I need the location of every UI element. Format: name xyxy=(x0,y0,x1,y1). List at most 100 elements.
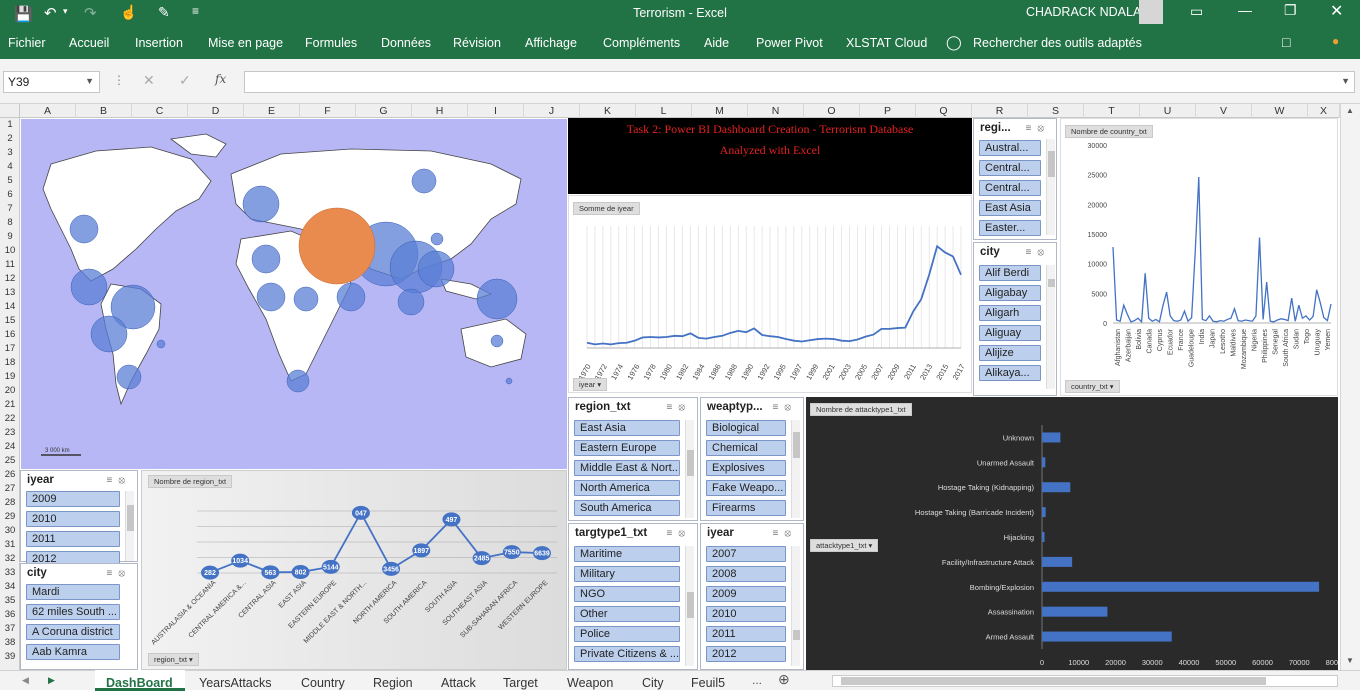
slicer-city-left[interactable]: city ≡⦻ Mardi 62 miles South ... A Coruna … xyxy=(20,563,138,670)
slicer-item[interactable]: Aab Kamra xyxy=(26,644,120,660)
slicer-targtype[interactable]: targtype1_txt ≡⦻ Maritime Military NGO Othe… xyxy=(568,523,698,670)
slicer-item[interactable]: A Coruna district xyxy=(26,624,120,640)
map-bubble[interactable] xyxy=(286,369,310,393)
scrollbar[interactable] xyxy=(791,546,800,666)
column-header-B[interactable]: B xyxy=(76,104,132,118)
column-header-U[interactable]: U xyxy=(1140,104,1196,118)
column-header-X[interactable]: X xyxy=(1308,104,1340,118)
slicer-item[interactable]: 2008 xyxy=(706,566,786,582)
slicer-item[interactable]: Biological xyxy=(706,420,786,436)
column-header-D[interactable]: D xyxy=(188,104,244,118)
bar[interactable] xyxy=(1042,581,1320,592)
row-header-22[interactable]: 22 xyxy=(0,412,20,425)
slicer-item[interactable]: 2010 xyxy=(26,511,120,527)
slicer-item[interactable]: NGO xyxy=(574,586,680,602)
row-header-36[interactable]: 36 xyxy=(0,608,20,621)
cancel-icon[interactable]: ✕ xyxy=(143,72,155,89)
attack-chart-axis-button[interactable]: attacktype1_txt ▾ xyxy=(810,539,879,552)
tab-scroll-left-icon[interactable]: ◀ xyxy=(22,675,29,686)
slicer-item[interactable]: Middle East & Nort... xyxy=(574,460,680,476)
select-all-corner[interactable] xyxy=(0,104,20,118)
slicer-region-txt[interactable]: region_txt ≡⦻ East Asia Eastern Europe Mid… xyxy=(568,397,698,521)
customize-icon[interactable]: ✎ xyxy=(158,4,170,21)
column-header-Q[interactable]: Q xyxy=(916,104,972,118)
row-header-2[interactable]: 2 xyxy=(0,132,20,145)
year-chart-axis-button[interactable]: iyear ▾ xyxy=(573,378,608,391)
slicer-item[interactable]: 2007 xyxy=(706,546,786,562)
sheet-tab-weapon[interactable]: Weapon xyxy=(567,676,613,690)
sheet-tab-attack[interactable]: Attack xyxy=(441,676,476,690)
horizontal-scroll-thumb[interactable] xyxy=(841,677,1266,685)
column-header-C[interactable]: C xyxy=(132,104,188,118)
slicer-item[interactable]: Other xyxy=(574,606,680,622)
map-bubble[interactable] xyxy=(156,339,166,349)
slicer-item[interactable]: Aligabay xyxy=(979,285,1041,301)
column-header-L[interactable]: L xyxy=(636,104,692,118)
bar[interactable] xyxy=(1042,631,1172,642)
column-header-G[interactable]: G xyxy=(356,104,412,118)
map-bubble[interactable] xyxy=(397,288,425,316)
slicer-item[interactable]: 2011 xyxy=(706,626,786,642)
row-header-4[interactable]: 4 xyxy=(0,160,20,173)
multiselect-clear-icon[interactable]: ≡⦻ xyxy=(667,402,691,413)
user-name[interactable]: CHADRACK NDALA xyxy=(1026,5,1141,19)
multiselect-clear-icon[interactable]: ≡⦻ xyxy=(1026,247,1050,258)
slicer-item[interactable]: Eastern Europe xyxy=(574,440,680,456)
slicer-item[interactable]: Military xyxy=(574,566,680,582)
tab-home[interactable]: Accueil xyxy=(69,36,109,50)
row-header-25[interactable]: 25 xyxy=(0,454,20,467)
add-sheet-icon[interactable]: ⊕ xyxy=(778,671,790,688)
map-bubble[interactable] xyxy=(116,364,142,390)
tab-view[interactable]: Affichage xyxy=(525,36,577,50)
undo-dropdown-icon[interactable]: ▾ xyxy=(63,6,68,17)
bar[interactable] xyxy=(1042,457,1046,468)
multiselect-clear-icon[interactable]: ≡⦻ xyxy=(773,402,797,413)
map-bubble[interactable] xyxy=(293,286,319,312)
column-header-K[interactable]: K xyxy=(580,104,636,118)
slicer-item[interactable]: 2009 xyxy=(26,491,120,507)
slicer-item[interactable]: South America xyxy=(574,500,680,516)
vertical-scrollbar[interactable]: ▲ ▼ xyxy=(1340,104,1360,670)
ribbon-display-icon[interactable]: ▭ xyxy=(1190,3,1203,20)
minimize-icon[interactable]: — xyxy=(1238,2,1252,18)
column-header-V[interactable]: V xyxy=(1196,104,1252,118)
region-line-chart[interactable]: Nombre de region_txt 282 AUSTRALASIA & OC… xyxy=(141,470,567,670)
scrollbar[interactable] xyxy=(1046,139,1055,235)
multiselect-clear-icon[interactable]: ≡⦻ xyxy=(773,528,797,539)
redo-icon[interactable]: ↷ xyxy=(84,4,97,22)
undo-icon[interactable]: ↶ xyxy=(44,4,57,22)
bar[interactable] xyxy=(1042,482,1071,493)
slicer-item[interactable]: Aligarh xyxy=(979,305,1041,321)
column-header-H[interactable]: H xyxy=(412,104,468,118)
slicer-item[interactable]: 2011 xyxy=(26,531,120,547)
touch-mode-icon[interactable]: ☝ xyxy=(120,4,137,21)
scrollbar[interactable] xyxy=(685,420,694,518)
map-bubble[interactable] xyxy=(70,268,108,306)
chevron-down-icon[interactable]: ▼ xyxy=(85,76,94,86)
map-bubble[interactable] xyxy=(251,244,281,274)
multiselect-clear-icon[interactable]: ≡⦻ xyxy=(1026,123,1050,134)
row-header-20[interactable]: 20 xyxy=(0,384,20,397)
tab-power-pivot[interactable]: Power Pivot xyxy=(756,36,823,50)
row-header-34[interactable]: 34 xyxy=(0,580,20,593)
slicer-item[interactable]: 2009 xyxy=(706,586,786,602)
tab-scroll-right-icon[interactable]: ▶ xyxy=(48,675,55,686)
slicer-region-top[interactable]: regi... ≡⦻ Austral... Central... Central..… xyxy=(973,118,1057,240)
row-header-10[interactable]: 10 xyxy=(0,244,20,257)
slicer-item[interactable]: East Asia xyxy=(574,420,680,436)
row-header-3[interactable]: 3 xyxy=(0,146,20,159)
country-line-chart[interactable]: Nombre de country_txt 0 5000 10000 15000 200… xyxy=(1060,118,1338,396)
save-icon[interactable]: 💾 xyxy=(14,5,33,23)
sheet-tab-region[interactable]: Region xyxy=(373,676,413,690)
row-header-8[interactable]: 8 xyxy=(0,216,20,229)
multiselect-clear-icon[interactable]: ≡⦻ xyxy=(107,475,131,486)
tab-page-layout[interactable]: Mise en page xyxy=(208,36,283,50)
formula-input[interactable]: ▼ xyxy=(244,71,1355,93)
bar[interactable] xyxy=(1042,532,1045,542)
column-header-I[interactable]: I xyxy=(468,104,524,118)
row-header-19[interactable]: 19 xyxy=(0,370,20,383)
map-bubble[interactable] xyxy=(69,214,99,244)
more-sheets-icon[interactable]: ... xyxy=(752,673,762,687)
row-header-32[interactable]: 32 xyxy=(0,552,20,565)
row-header-16[interactable]: 16 xyxy=(0,328,20,341)
